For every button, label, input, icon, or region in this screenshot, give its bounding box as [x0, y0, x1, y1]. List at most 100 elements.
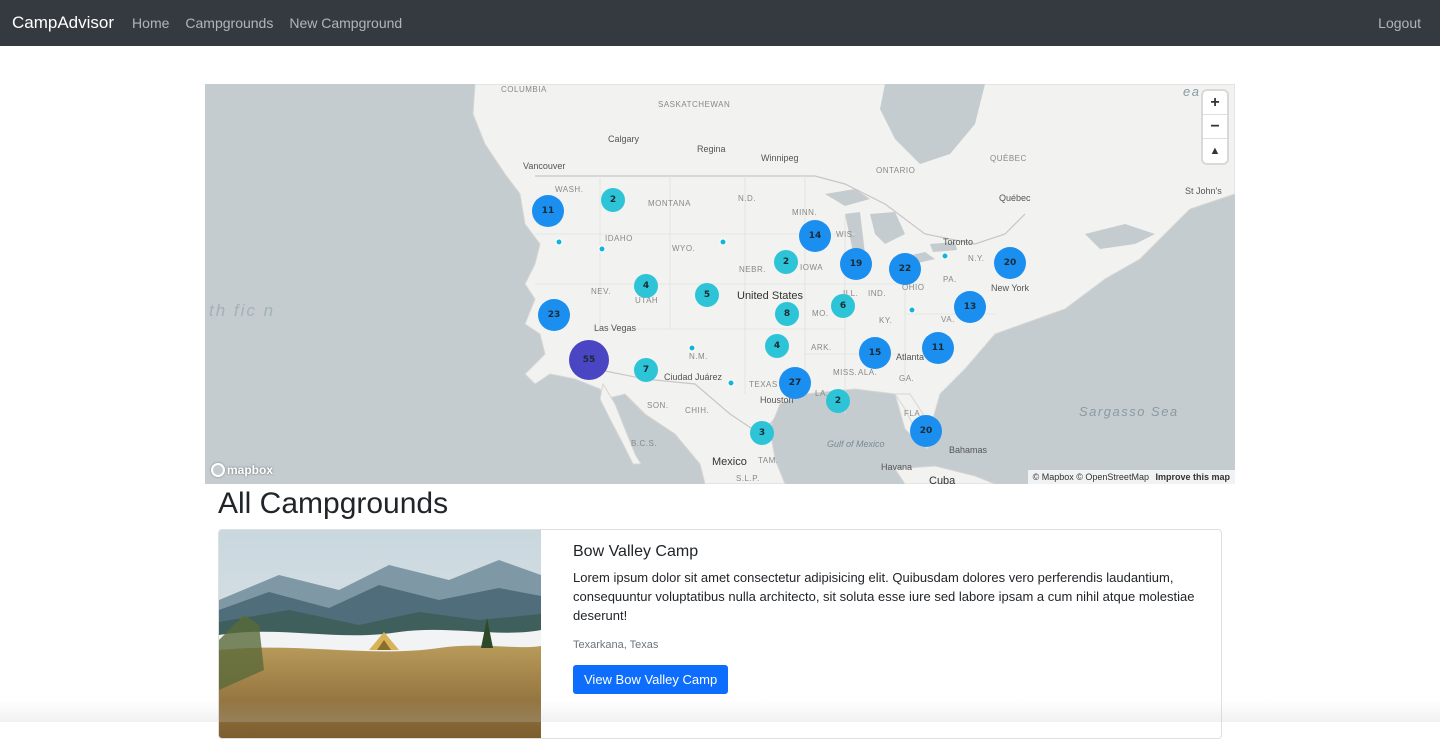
zoom-out-button[interactable]: −	[1203, 115, 1227, 139]
label-atlanta: Atlanta	[896, 352, 925, 362]
map-cluster[interactable]: 7	[634, 358, 658, 382]
label-wyo: WYO.	[672, 244, 696, 253]
label-cuba: Cuba	[929, 475, 956, 484]
label-united-states: United States	[737, 290, 804, 302]
label-pacific-ocean: th fic n	[209, 301, 276, 320]
nav-home-link[interactable]: Home	[132, 15, 169, 31]
osm-attribution-link[interactable]: © OpenStreetMap	[1076, 472, 1149, 482]
map-cluster[interactable]: 6	[831, 294, 855, 318]
label-slp: S.L.P.	[736, 474, 760, 483]
label-minn: MINN.	[792, 208, 818, 217]
campground-image	[219, 530, 541, 738]
label-bahamas: Bahamas	[949, 445, 988, 455]
mapbox-logo-text: mapbox	[227, 463, 274, 477]
label-pa: PA.	[943, 275, 957, 284]
map-cluster[interactable]: 8	[775, 302, 799, 326]
label-vancouver: Vancouver	[523, 161, 566, 171]
label-iowa: IOWA	[800, 263, 824, 272]
label-saskatchewan: SASKATCHEWAN	[658, 100, 731, 109]
label-ny: N.Y.	[968, 254, 985, 263]
campground-card-body: Bow Valley Camp Lorem ipsum dolor sit am…	[541, 530, 1221, 738]
mapbox-attribution-link[interactable]: © Mapbox	[1033, 472, 1074, 482]
label-bcs: B.C.S.	[631, 439, 658, 448]
map-cluster[interactable]: 20	[910, 415, 942, 447]
label-ark: ARK.	[811, 343, 832, 352]
navbar: CampAdvisor Home Campgrounds New Campgro…	[0, 0, 1440, 46]
campground-description: Lorem ipsum dolor sit amet consectetur a…	[573, 570, 1195, 623]
map-cluster[interactable]: 27	[779, 367, 811, 399]
map-cluster[interactable]: 2	[601, 188, 625, 212]
map-cluster[interactable]: 11	[922, 332, 954, 364]
map-cluster[interactable]: 23	[538, 299, 570, 331]
nav-new-campground-link[interactable]: New Campground	[289, 15, 402, 31]
map-cluster[interactable]: 5	[695, 283, 719, 307]
map-cluster[interactable]: 11	[532, 195, 564, 227]
label-nev: NEV.	[591, 287, 611, 296]
map-cluster[interactable]: 2	[826, 389, 850, 413]
label-quebec-city: Québec	[999, 193, 1031, 203]
label-gulf-of-mexico: Gulf of Mexico	[827, 439, 885, 449]
label-ind: IND.	[868, 289, 886, 298]
label-regina: Regina	[697, 144, 726, 154]
label-sea-fragment: ea	[1183, 84, 1201, 99]
map-cluster[interactable]: 13	[954, 291, 986, 323]
map-cluster[interactable]: 55	[569, 340, 609, 380]
brand-link[interactable]: CampAdvisor	[12, 13, 114, 33]
label-ky: KY.	[879, 316, 893, 325]
map-cluster[interactable]: 4	[765, 334, 789, 358]
map-cluster[interactable]: 2	[774, 250, 798, 274]
label-sargasso-sea: Sargasso Sea	[1079, 404, 1179, 419]
map-point[interactable]	[688, 344, 696, 352]
label-va: VA.	[941, 315, 955, 324]
label-nd: N.D.	[738, 194, 756, 203]
label-toronto: Toronto	[943, 237, 974, 247]
map-cluster[interactable]: 22	[889, 253, 921, 285]
label-columbia: COLUMBIA	[501, 85, 547, 94]
label-calgary: Calgary	[608, 134, 640, 144]
label-winnipeg: Winnipeg	[761, 153, 799, 163]
label-mo: MO.	[812, 309, 829, 318]
map-cluster[interactable]: 15	[859, 337, 891, 369]
mapbox-mark-icon	[211, 463, 225, 477]
map-cluster[interactable]: 4	[634, 274, 658, 298]
zoom-in-button[interactable]: +	[1203, 91, 1227, 115]
map-cluster[interactable]: 19	[840, 248, 872, 280]
label-mexico: Mexico	[712, 456, 747, 468]
label-montana: MONTANA	[648, 199, 691, 208]
label-wis: WIS.	[836, 230, 856, 239]
map-cluster[interactable]: 20	[994, 247, 1026, 279]
map-cluster[interactable]: 14	[799, 220, 831, 252]
label-new-york: New York	[991, 283, 1030, 293]
page-title: All Campgrounds	[218, 487, 449, 520]
cluster-map[interactable]: COLUMBIA SASKATCHEWAN Calgary Regina Win…	[205, 84, 1235, 484]
map-point[interactable]	[727, 379, 735, 387]
label-wash: WASH.	[555, 185, 584, 194]
mapbox-logo[interactable]: mapbox	[211, 463, 273, 477]
label-quebec-province: QUÉBEC	[990, 154, 1027, 163]
label-nebr: NEBR.	[739, 265, 766, 274]
map-point[interactable]	[598, 245, 606, 253]
map-cluster[interactable]: 3	[750, 421, 774, 445]
map-point[interactable]	[555, 238, 563, 246]
label-las-vegas: Las Vegas	[594, 323, 637, 333]
label-son: SON.	[647, 401, 669, 410]
nav-campgrounds-link[interactable]: Campgrounds	[185, 15, 273, 31]
label-miss: MISS.	[833, 368, 858, 377]
label-ontario: ONTARIO	[876, 166, 916, 175]
map-point[interactable]	[941, 252, 949, 260]
map-point[interactable]	[908, 306, 916, 314]
label-ciudad-juarez: Ciudad Juárez	[664, 372, 723, 382]
view-campground-button[interactable]: View Bow Valley Camp	[573, 665, 729, 694]
map-navigation-control: + − ▲	[1203, 91, 1227, 163]
label-ala: ALA.	[858, 368, 878, 377]
label-chih: CHIH.	[685, 406, 710, 415]
logout-link[interactable]: Logout	[1378, 15, 1421, 31]
label-texas: TEXAS	[749, 380, 778, 389]
label-nm: N.M.	[689, 352, 708, 361]
improve-map-link[interactable]: Improve this map	[1155, 472, 1230, 482]
compass-icon[interactable]: ▲	[1203, 139, 1227, 163]
campground-location: Texarkana, Texas	[573, 639, 659, 651]
campground-title: Bow Valley Camp	[573, 543, 699, 560]
label-tam: TAM.	[758, 456, 779, 465]
map-point[interactable]	[719, 238, 727, 246]
